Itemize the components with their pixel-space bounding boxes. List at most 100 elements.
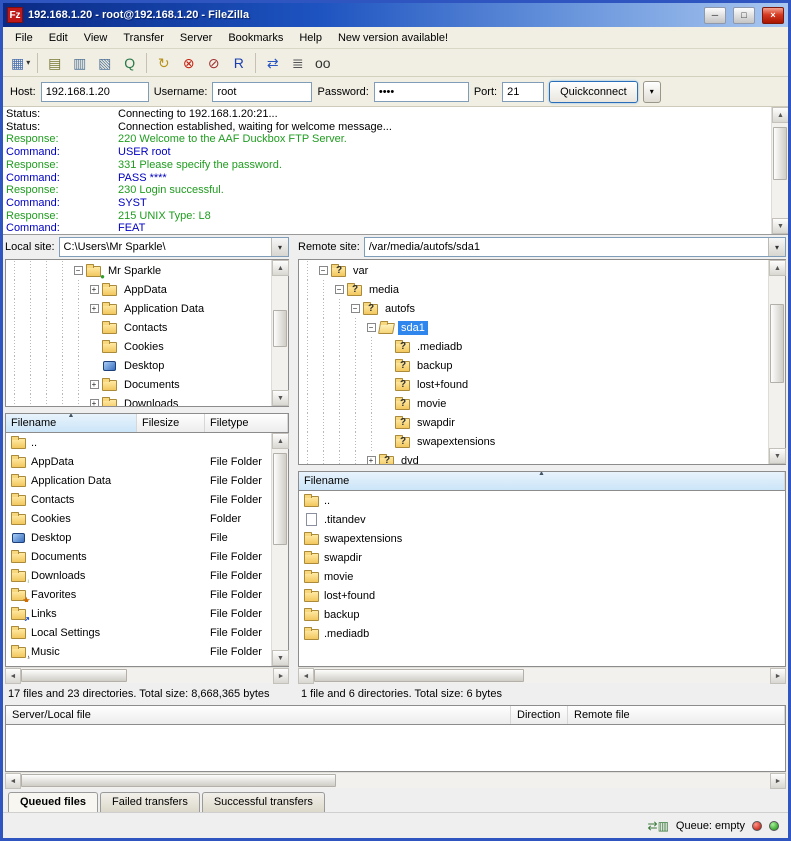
title-bar[interactable]: Fz 192.168.1.20 - root@192.168.1.20 - Fi… xyxy=(3,3,788,27)
file-row-cookies[interactable]: CookiesFolder xyxy=(6,509,271,528)
expand-plus-icon[interactable]: + xyxy=(90,380,99,389)
menu-server[interactable]: Server xyxy=(172,29,220,47)
port-input[interactable] xyxy=(502,82,544,102)
local-site-dropdown-icon[interactable]: ▾ xyxy=(271,238,288,256)
file-row-desktop[interactable]: DesktopFile xyxy=(6,528,271,547)
local-site-input[interactable] xyxy=(60,238,271,256)
scroll-track[interactable] xyxy=(21,773,770,788)
quickconnect-dropdown-button[interactable]: ▾ xyxy=(643,81,661,103)
tree-item-documents[interactable]: +Documents xyxy=(6,375,271,394)
queue-column-remote-file[interactable]: Remote file xyxy=(568,706,785,724)
scroll-thumb[interactable] xyxy=(273,310,287,346)
menu-help[interactable]: Help xyxy=(291,29,330,47)
scroll-track[interactable] xyxy=(772,123,788,218)
tree-item-mr-sparkle[interactable]: −●Mr Sparkle xyxy=(6,261,271,280)
collapse-minus-icon[interactable]: − xyxy=(351,304,360,313)
reconnect-icon[interactable]: R xyxy=(226,52,251,74)
scroll-up-icon[interactable]: ▲ xyxy=(772,107,789,123)
collapse-minus-icon[interactable]: − xyxy=(319,266,328,275)
toggle-local-tree-icon[interactable]: ▥ xyxy=(67,52,92,74)
scroll-track[interactable] xyxy=(769,276,785,448)
scroll-up-icon[interactable]: ▲ xyxy=(272,260,289,276)
file-row-parent-directory[interactable]: .. xyxy=(299,491,785,510)
expand-plus-icon[interactable]: + xyxy=(367,456,376,464)
toggle-message-log-icon[interactable]: ▤ xyxy=(42,52,67,74)
menu-new-version-available[interactable]: New version available! xyxy=(330,29,456,47)
tree-expander[interactable]: + xyxy=(86,394,102,406)
expand-plus-icon[interactable]: + xyxy=(90,304,99,313)
scroll-track[interactable] xyxy=(21,668,273,683)
file-row-application-data[interactable]: Application DataFile Folder xyxy=(6,471,271,490)
tree-expander[interactable]: − xyxy=(347,299,363,318)
maximize-button[interactable]: □ xyxy=(733,7,755,24)
file-row-backup[interactable]: backup xyxy=(299,605,785,624)
collapse-minus-icon[interactable]: − xyxy=(74,266,83,275)
password-input[interactable] xyxy=(374,82,469,102)
host-input[interactable] xyxy=(41,82,149,102)
file-row-titandev[interactable]: .titandev xyxy=(299,510,785,529)
scroll-down-icon[interactable]: ▼ xyxy=(272,390,289,406)
file-row-appdata[interactable]: AppDataFile Folder xyxy=(6,452,271,471)
tree-item-movie[interactable]: ?movie xyxy=(299,394,768,413)
scroll-thumb[interactable] xyxy=(273,453,287,545)
local-list-hscrollbar[interactable]: ◄ ► xyxy=(5,667,289,683)
tree-expander[interactable]: − xyxy=(331,280,347,299)
refresh-icon[interactable]: ↻ xyxy=(151,52,176,74)
queue-column-direction[interactable]: Direction xyxy=(511,706,568,724)
tree-expander[interactable]: + xyxy=(86,299,102,318)
tree-expander[interactable]: − xyxy=(363,318,379,337)
file-row-music[interactable]: ♪MusicFile Folder xyxy=(6,642,271,661)
scroll-down-icon[interactable]: ▼ xyxy=(772,218,789,234)
tree-expander[interactable]: − xyxy=(70,261,86,280)
tree-item-swapextensions[interactable]: ?swapextensions xyxy=(299,432,768,451)
toggle-remote-tree-icon[interactable]: ▧ xyxy=(92,52,117,74)
scroll-up-icon[interactable]: ▲ xyxy=(769,260,786,276)
file-row-documents[interactable]: DocumentsFile Folder xyxy=(6,547,271,566)
scroll-left-icon[interactable]: ◄ xyxy=(298,668,314,684)
tree-item-downloads[interactable]: +↓Downloads xyxy=(6,394,271,406)
tree-item-application-data[interactable]: +Application Data xyxy=(6,299,271,318)
tree-item-sda1[interactable]: −sda1 xyxy=(299,318,768,337)
tree-item-lost-found[interactable]: ?lost+found xyxy=(299,375,768,394)
tree-item-media[interactable]: −?media xyxy=(299,280,768,299)
scroll-down-icon[interactable]: ▼ xyxy=(272,650,289,666)
cancel-icon[interactable]: ⊗ xyxy=(176,52,201,74)
scroll-track[interactable] xyxy=(272,276,288,390)
tab-failed-transfers[interactable]: Failed transfers xyxy=(100,792,200,812)
scroll-track[interactable] xyxy=(314,668,770,683)
tree-item-autofs[interactable]: −?autofs xyxy=(299,299,768,318)
file-row-movie[interactable]: movie xyxy=(299,567,785,586)
expand-plus-icon[interactable]: + xyxy=(90,285,99,294)
file-row-parent-directory[interactable]: .. xyxy=(6,433,271,452)
local-column-filename[interactable]: ▲Filename xyxy=(6,414,137,432)
local-tree-scrollbar[interactable]: ▲ ▼ xyxy=(271,260,288,406)
tree-item-var[interactable]: −?var xyxy=(299,261,768,280)
tree-expander[interactable]: + xyxy=(86,375,102,394)
quickconnect-button[interactable]: Quickconnect xyxy=(549,81,638,103)
scroll-right-icon[interactable]: ► xyxy=(273,668,289,684)
tree-item-backup[interactable]: ?backup xyxy=(299,356,768,375)
scroll-left-icon[interactable]: ◄ xyxy=(5,773,21,789)
remote-site-input[interactable] xyxy=(365,238,768,256)
tab-successful-transfers[interactable]: Successful transfers xyxy=(202,792,325,812)
collapse-minus-icon[interactable]: − xyxy=(367,323,376,332)
file-row-downloads[interactable]: ↓DownloadsFile Folder xyxy=(6,566,271,585)
menu-bookmarks[interactable]: Bookmarks xyxy=(220,29,291,47)
scroll-thumb[interactable] xyxy=(773,127,787,180)
queue-hscrollbar[interactable]: ◄ ► xyxy=(5,772,786,788)
tab-queued-files[interactable]: Queued files xyxy=(8,792,98,812)
site-manager-icon[interactable]: ▦▾ xyxy=(8,52,33,74)
scroll-down-icon[interactable]: ▼ xyxy=(769,448,786,464)
tree-item-dvd[interactable]: +?dvd xyxy=(299,451,768,464)
scroll-up-icon[interactable]: ▲ xyxy=(272,433,289,449)
file-row-swapdir[interactable]: swapdir xyxy=(299,548,785,567)
scroll-left-icon[interactable]: ◄ xyxy=(5,668,21,684)
file-row-links[interactable]: ↗LinksFile Folder xyxy=(6,604,271,623)
scroll-thumb[interactable] xyxy=(770,304,784,383)
menu-transfer[interactable]: Transfer xyxy=(115,29,172,47)
directory-comparison-icon[interactable]: ⇄ xyxy=(260,52,285,74)
menu-file[interactable]: File xyxy=(7,29,41,47)
toggle-queue-icon[interactable]: Q xyxy=(117,52,142,74)
file-row-contacts[interactable]: ContactsFile Folder xyxy=(6,490,271,509)
scroll-thumb[interactable] xyxy=(21,774,336,787)
